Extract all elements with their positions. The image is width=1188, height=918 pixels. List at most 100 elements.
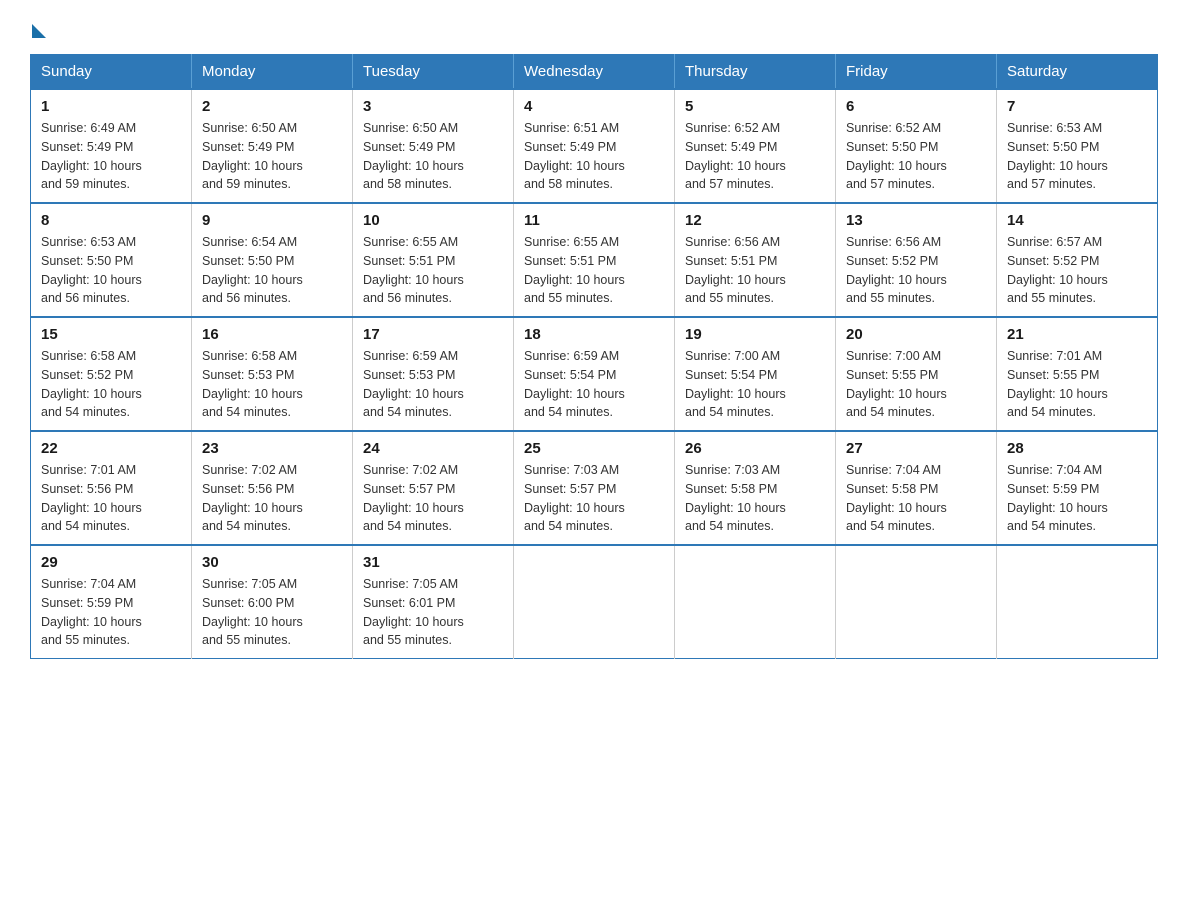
day-info: Sunrise: 7:00 AMSunset: 5:54 PMDaylight:… [685, 349, 786, 419]
day-number: 12 [685, 212, 825, 229]
day-info: Sunrise: 6:52 AMSunset: 5:50 PMDaylight:… [846, 121, 947, 191]
calendar-cell: 4 Sunrise: 6:51 AMSunset: 5:49 PMDayligh… [514, 89, 675, 203]
calendar-cell: 13 Sunrise: 6:56 AMSunset: 5:52 PMDaylig… [836, 203, 997, 317]
day-info: Sunrise: 6:50 AMSunset: 5:49 PMDaylight:… [202, 121, 303, 191]
logo-arrow-icon [32, 24, 46, 38]
calendar-cell: 29 Sunrise: 7:04 AMSunset: 5:59 PMDaylig… [31, 545, 192, 659]
day-info: Sunrise: 6:58 AMSunset: 5:52 PMDaylight:… [41, 349, 142, 419]
day-info: Sunrise: 6:56 AMSunset: 5:52 PMDaylight:… [846, 235, 947, 305]
day-info: Sunrise: 6:50 AMSunset: 5:49 PMDaylight:… [363, 121, 464, 191]
calendar-cell: 30 Sunrise: 7:05 AMSunset: 6:00 PMDaylig… [192, 545, 353, 659]
calendar-header-saturday: Saturday [997, 55, 1158, 90]
day-number: 26 [685, 440, 825, 457]
day-info: Sunrise: 6:55 AMSunset: 5:51 PMDaylight:… [363, 235, 464, 305]
calendar-header-tuesday: Tuesday [353, 55, 514, 90]
day-number: 23 [202, 440, 342, 457]
day-info: Sunrise: 6:58 AMSunset: 5:53 PMDaylight:… [202, 349, 303, 419]
calendar-week-row: 15 Sunrise: 6:58 AMSunset: 5:52 PMDaylig… [31, 317, 1158, 431]
day-number: 29 [41, 554, 181, 571]
calendar-cell: 31 Sunrise: 7:05 AMSunset: 6:01 PMDaylig… [353, 545, 514, 659]
calendar-week-row: 22 Sunrise: 7:01 AMSunset: 5:56 PMDaylig… [31, 431, 1158, 545]
day-info: Sunrise: 6:56 AMSunset: 5:51 PMDaylight:… [685, 235, 786, 305]
calendar-cell: 12 Sunrise: 6:56 AMSunset: 5:51 PMDaylig… [675, 203, 836, 317]
calendar-cell: 9 Sunrise: 6:54 AMSunset: 5:50 PMDayligh… [192, 203, 353, 317]
day-info: Sunrise: 7:05 AMSunset: 6:01 PMDaylight:… [363, 577, 464, 647]
day-info: Sunrise: 6:52 AMSunset: 5:49 PMDaylight:… [685, 121, 786, 191]
day-number: 8 [41, 212, 181, 229]
day-info: Sunrise: 6:59 AMSunset: 5:54 PMDaylight:… [524, 349, 625, 419]
day-number: 16 [202, 326, 342, 343]
day-info: Sunrise: 7:02 AMSunset: 5:57 PMDaylight:… [363, 463, 464, 533]
day-info: Sunrise: 7:01 AMSunset: 5:55 PMDaylight:… [1007, 349, 1108, 419]
calendar-cell: 23 Sunrise: 7:02 AMSunset: 5:56 PMDaylig… [192, 431, 353, 545]
day-number: 20 [846, 326, 986, 343]
calendar-cell: 21 Sunrise: 7:01 AMSunset: 5:55 PMDaylig… [997, 317, 1158, 431]
calendar-cell [675, 545, 836, 659]
day-info: Sunrise: 7:00 AMSunset: 5:55 PMDaylight:… [846, 349, 947, 419]
day-number: 28 [1007, 440, 1147, 457]
calendar-cell: 8 Sunrise: 6:53 AMSunset: 5:50 PMDayligh… [31, 203, 192, 317]
calendar-cell: 3 Sunrise: 6:50 AMSunset: 5:49 PMDayligh… [353, 89, 514, 203]
calendar-header-row: SundayMondayTuesdayWednesdayThursdayFrid… [31, 55, 1158, 90]
day-number: 30 [202, 554, 342, 571]
calendar-cell: 16 Sunrise: 6:58 AMSunset: 5:53 PMDaylig… [192, 317, 353, 431]
calendar-cell: 14 Sunrise: 6:57 AMSunset: 5:52 PMDaylig… [997, 203, 1158, 317]
calendar-cell: 28 Sunrise: 7:04 AMSunset: 5:59 PMDaylig… [997, 431, 1158, 545]
day-number: 10 [363, 212, 503, 229]
day-info: Sunrise: 6:53 AMSunset: 5:50 PMDaylight:… [1007, 121, 1108, 191]
day-info: Sunrise: 7:03 AMSunset: 5:58 PMDaylight:… [685, 463, 786, 533]
calendar-cell: 22 Sunrise: 7:01 AMSunset: 5:56 PMDaylig… [31, 431, 192, 545]
day-number: 4 [524, 98, 664, 115]
page-header [30, 20, 1158, 34]
day-number: 22 [41, 440, 181, 457]
calendar-cell: 19 Sunrise: 7:00 AMSunset: 5:54 PMDaylig… [675, 317, 836, 431]
calendar-cell: 7 Sunrise: 6:53 AMSunset: 5:50 PMDayligh… [997, 89, 1158, 203]
calendar-cell [997, 545, 1158, 659]
day-number: 3 [363, 98, 503, 115]
day-number: 2 [202, 98, 342, 115]
day-info: Sunrise: 7:05 AMSunset: 6:00 PMDaylight:… [202, 577, 303, 647]
calendar-body: 1 Sunrise: 6:49 AMSunset: 5:49 PMDayligh… [31, 89, 1158, 659]
calendar-cell: 17 Sunrise: 6:59 AMSunset: 5:53 PMDaylig… [353, 317, 514, 431]
day-number: 25 [524, 440, 664, 457]
day-number: 18 [524, 326, 664, 343]
calendar-cell: 6 Sunrise: 6:52 AMSunset: 5:50 PMDayligh… [836, 89, 997, 203]
calendar-table: SundayMondayTuesdayWednesdayThursdayFrid… [30, 54, 1158, 659]
day-number: 14 [1007, 212, 1147, 229]
day-info: Sunrise: 6:51 AMSunset: 5:49 PMDaylight:… [524, 121, 625, 191]
day-info: Sunrise: 6:57 AMSunset: 5:52 PMDaylight:… [1007, 235, 1108, 305]
day-number: 21 [1007, 326, 1147, 343]
day-info: Sunrise: 7:03 AMSunset: 5:57 PMDaylight:… [524, 463, 625, 533]
day-number: 9 [202, 212, 342, 229]
day-number: 6 [846, 98, 986, 115]
day-number: 24 [363, 440, 503, 457]
calendar-cell [514, 545, 675, 659]
day-number: 5 [685, 98, 825, 115]
day-info: Sunrise: 7:04 AMSunset: 5:59 PMDaylight:… [41, 577, 142, 647]
calendar-cell: 18 Sunrise: 6:59 AMSunset: 5:54 PMDaylig… [514, 317, 675, 431]
calendar-header-thursday: Thursday [675, 55, 836, 90]
day-info: Sunrise: 7:04 AMSunset: 5:59 PMDaylight:… [1007, 463, 1108, 533]
calendar-cell: 27 Sunrise: 7:04 AMSunset: 5:58 PMDaylig… [836, 431, 997, 545]
day-number: 15 [41, 326, 181, 343]
day-number: 19 [685, 326, 825, 343]
logo [30, 20, 46, 34]
calendar-header-monday: Monday [192, 55, 353, 90]
day-info: Sunrise: 6:49 AMSunset: 5:49 PMDaylight:… [41, 121, 142, 191]
calendar-cell: 2 Sunrise: 6:50 AMSunset: 5:49 PMDayligh… [192, 89, 353, 203]
calendar-cell: 11 Sunrise: 6:55 AMSunset: 5:51 PMDaylig… [514, 203, 675, 317]
day-number: 7 [1007, 98, 1147, 115]
calendar-week-row: 1 Sunrise: 6:49 AMSunset: 5:49 PMDayligh… [31, 89, 1158, 203]
day-number: 13 [846, 212, 986, 229]
calendar-header-wednesday: Wednesday [514, 55, 675, 90]
calendar-header-sunday: Sunday [31, 55, 192, 90]
calendar-cell: 25 Sunrise: 7:03 AMSunset: 5:57 PMDaylig… [514, 431, 675, 545]
day-number: 27 [846, 440, 986, 457]
day-number: 31 [363, 554, 503, 571]
calendar-cell: 1 Sunrise: 6:49 AMSunset: 5:49 PMDayligh… [31, 89, 192, 203]
day-number: 11 [524, 212, 664, 229]
calendar-week-row: 8 Sunrise: 6:53 AMSunset: 5:50 PMDayligh… [31, 203, 1158, 317]
calendar-cell: 20 Sunrise: 7:00 AMSunset: 5:55 PMDaylig… [836, 317, 997, 431]
calendar-cell: 10 Sunrise: 6:55 AMSunset: 5:51 PMDaylig… [353, 203, 514, 317]
day-info: Sunrise: 6:53 AMSunset: 5:50 PMDaylight:… [41, 235, 142, 305]
